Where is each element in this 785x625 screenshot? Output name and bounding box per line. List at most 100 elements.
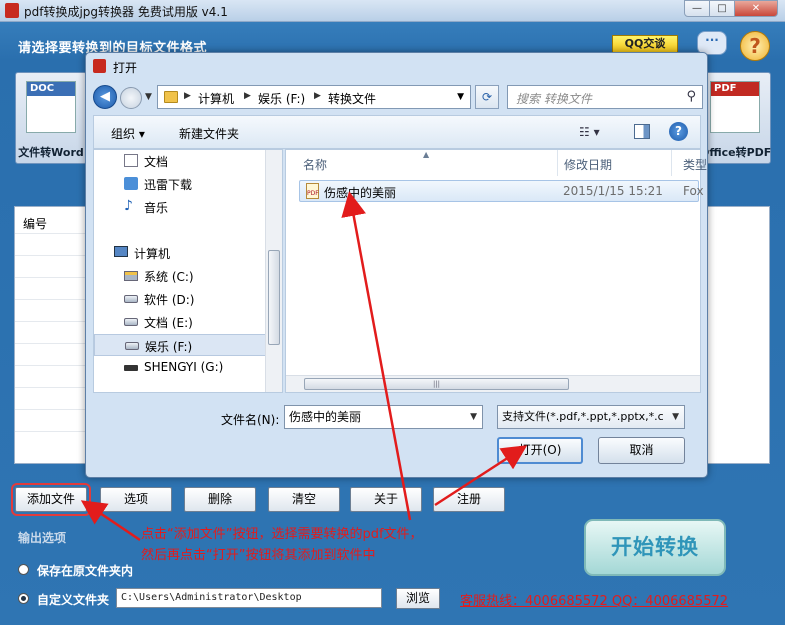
doc-tag: DOC <box>27 82 75 96</box>
format-label-word: 文件转Word <box>18 146 84 159</box>
nav-item-drive-g[interactable]: SHENGYI (G:) <box>94 357 266 379</box>
document-icon <box>124 154 138 167</box>
new-folder-button[interactable]: 新建文件夹 <box>179 125 239 142</box>
row-divider <box>15 365 85 366</box>
start-convert-button[interactable]: 开始转换 <box>584 519 726 576</box>
qq-chat-button[interactable]: QQ交谈 <box>612 35 678 53</box>
custom-folder-radio[interactable] <box>18 593 29 604</box>
thunder-icon <box>124 177 138 190</box>
row-divider <box>15 409 85 410</box>
row-divider <box>15 255 85 256</box>
nav-item-label: SHENGYI (G:) <box>144 360 224 374</box>
chevron-down-icon[interactable]: ▼ <box>672 406 679 428</box>
file-name: 伤感中的美丽 <box>324 186 397 200</box>
back-arrow-icon[interactable]: ◀ <box>93 85 117 109</box>
breadcrumb-computer[interactable]: 计算机 <box>198 90 234 107</box>
about-button[interactable]: 关于 <box>350 487 422 512</box>
breadcrumb[interactable]: ▶ 计算机 ▶ 娱乐 (F:) ▶ 转换文件 ▼ <box>157 85 471 109</box>
nav-item-drive-c[interactable]: 系统 (C:) <box>94 265 266 287</box>
nav-item-label: 软件 (D:) <box>144 293 195 307</box>
file-date: 2015/1/15 15:21 <box>563 184 663 198</box>
filename-input[interactable]: 伤感中的美丽 ▼ <box>284 405 483 429</box>
hotline-link[interactable]: 客服热线：4006685572 QQ：4006685572 <box>460 590 728 609</box>
maximize-button[interactable]: □ <box>709 0 735 17</box>
clear-button[interactable]: 清空 <box>268 487 340 512</box>
forward-arrow-icon[interactable] <box>120 87 142 109</box>
cancel-button[interactable]: 取消 <box>598 437 685 464</box>
chevron-down-icon[interactable]: ▼ <box>457 92 464 102</box>
row-divider <box>15 321 85 322</box>
dialog-title: 打开 <box>113 61 138 75</box>
register-button[interactable]: 注册 <box>433 487 505 512</box>
breadcrumb-separator-icon[interactable]: ▶ <box>244 91 251 101</box>
nav-item-label: 娱乐 (F:) <box>145 340 193 354</box>
column-header-date[interactable]: 修改日期 <box>564 156 612 173</box>
breadcrumb-separator-icon[interactable]: ▶ <box>314 91 321 101</box>
row-divider <box>15 343 85 344</box>
nav-item-label: 计算机 <box>134 247 171 261</box>
search-input[interactable]: 搜索 转换文件 ⚲ <box>507 85 703 109</box>
close-button[interactable]: ✕ <box>734 0 778 17</box>
column-header-type[interactable]: 类型 <box>683 156 707 173</box>
nav-scroll-thumb[interactable] <box>268 250 280 345</box>
filename-value: 伤感中的美丽 <box>289 410 362 424</box>
search-icon[interactable]: ⚲ <box>686 89 696 104</box>
horizontal-scroll-thumb[interactable]: ||| <box>304 378 569 390</box>
column-header-name[interactable]: 名称 <box>303 156 327 173</box>
file-type: Fox <box>683 184 704 198</box>
nav-item-thunder-downloads[interactable]: 迅雷下载 <box>94 173 266 195</box>
organize-menu[interactable]: 组织 ▾ <box>111 125 145 142</box>
pdf-file-icon: PDF <box>710 81 760 133</box>
nav-item-drive-e[interactable]: 文档 (E:) <box>94 311 266 333</box>
format-tile-office-pdf[interactable]: PDF Office转PDF <box>699 72 771 164</box>
filetype-value: 支持文件(*.pdf,*.ppt,*.pptx,*.c <box>502 410 664 423</box>
output-path-input[interactable]: C:\Users\Administrator\Desktop <box>116 588 382 608</box>
nav-item-label: 文档 <box>144 155 169 169</box>
breadcrumb-drive-f[interactable]: 娱乐 (F:) <box>258 90 305 107</box>
pdf-tag: PDF <box>711 82 759 96</box>
open-file-dialog: 打开 ◀ ▼ ▶ 计算机 ▶ 娱乐 (F:) ▶ 转换文件 ▼ ⟳ 搜索 转换文… <box>85 52 708 478</box>
horizontal-scrollbar[interactable]: ||| <box>286 375 700 392</box>
minimize-button[interactable]: — <box>684 0 710 17</box>
column-divider[interactable] <box>557 150 558 176</box>
add-file-button[interactable]: 添加文件 <box>11 483 91 516</box>
nav-item-computer[interactable]: 计算机 <box>94 242 266 264</box>
row-divider <box>15 387 85 388</box>
chevron-down-icon[interactable]: ▼ <box>470 406 477 428</box>
system-drive-icon <box>124 271 138 281</box>
keep-original-label: 保存在原文件夹内 <box>37 564 134 578</box>
preview-pane-icon[interactable] <box>634 124 650 139</box>
nav-item-drive-f[interactable]: 娱乐 (F:) <box>94 334 266 356</box>
sort-ascending-icon: ▲ <box>423 150 430 159</box>
keep-original-radio[interactable] <box>18 564 29 575</box>
app-titlebar: pdf转换成jpg转换器 免费试用版 v4.1 — □ ✕ <box>0 0 785 22</box>
column-divider[interactable] <box>671 150 672 176</box>
history-dropdown-icon[interactable]: ▼ <box>145 92 152 102</box>
help-icon[interactable]: ? <box>740 31 770 61</box>
refresh-icon[interactable]: ⟳ <box>475 85 499 109</box>
pdf-file-icon: PDF <box>306 183 319 199</box>
custom-folder-label: 自定义文件夹 <box>37 593 110 607</box>
breadcrumb-separator-icon[interactable]: ▶ <box>184 91 191 101</box>
filetype-select[interactable]: 支持文件(*.pdf,*.ppt,*.pptx,*.c ▼ <box>497 405 685 429</box>
format-tile-word[interactable]: DOC 文件转Word <box>15 72 87 164</box>
options-button[interactable]: 选项 <box>100 487 172 512</box>
navigation-pane[interactable]: 文档 迅雷下载 ♪ 音乐 计算机 系统 (C:) 软件 (D:) 文档 (E:) <box>93 149 283 393</box>
file-row[interactable]: PDF 伤感中的美丽 2015/1/15 15:21 Fox <box>299 180 704 202</box>
file-list-pane[interactable]: ▲ 名称 修改日期 类型 PDF 伤感中的美丽 2015/1/15 15:21 … <box>285 149 707 393</box>
annotation-text: 点击“添加文件”按钮，选择需要转换的pdf文件， 然后再点击“打开”按钮将其添加… <box>141 524 423 566</box>
open-button[interactable]: 打开(O) <box>497 437 583 464</box>
view-options-icon[interactable]: ☷ ▾ <box>579 125 600 139</box>
browse-button[interactable]: 浏览 <box>396 588 440 609</box>
nav-item-label: 迅雷下载 <box>144 178 193 192</box>
delete-button[interactable]: 删除 <box>184 487 256 512</box>
drive-icon <box>124 318 138 326</box>
nav-item-label: 文档 (E:) <box>144 316 193 330</box>
breadcrumb-folder[interactable]: 转换文件 <box>328 90 376 107</box>
nav-item-music[interactable]: ♪ 音乐 <box>94 196 266 218</box>
nav-scrollbar[interactable] <box>265 150 282 392</box>
nav-item-documents[interactable]: 文档 <box>94 150 266 172</box>
dialog-help-icon[interactable]: ? <box>669 122 688 141</box>
nav-item-drive-d[interactable]: 软件 (D:) <box>94 288 266 310</box>
nav-item-label: 系统 (C:) <box>144 270 194 284</box>
